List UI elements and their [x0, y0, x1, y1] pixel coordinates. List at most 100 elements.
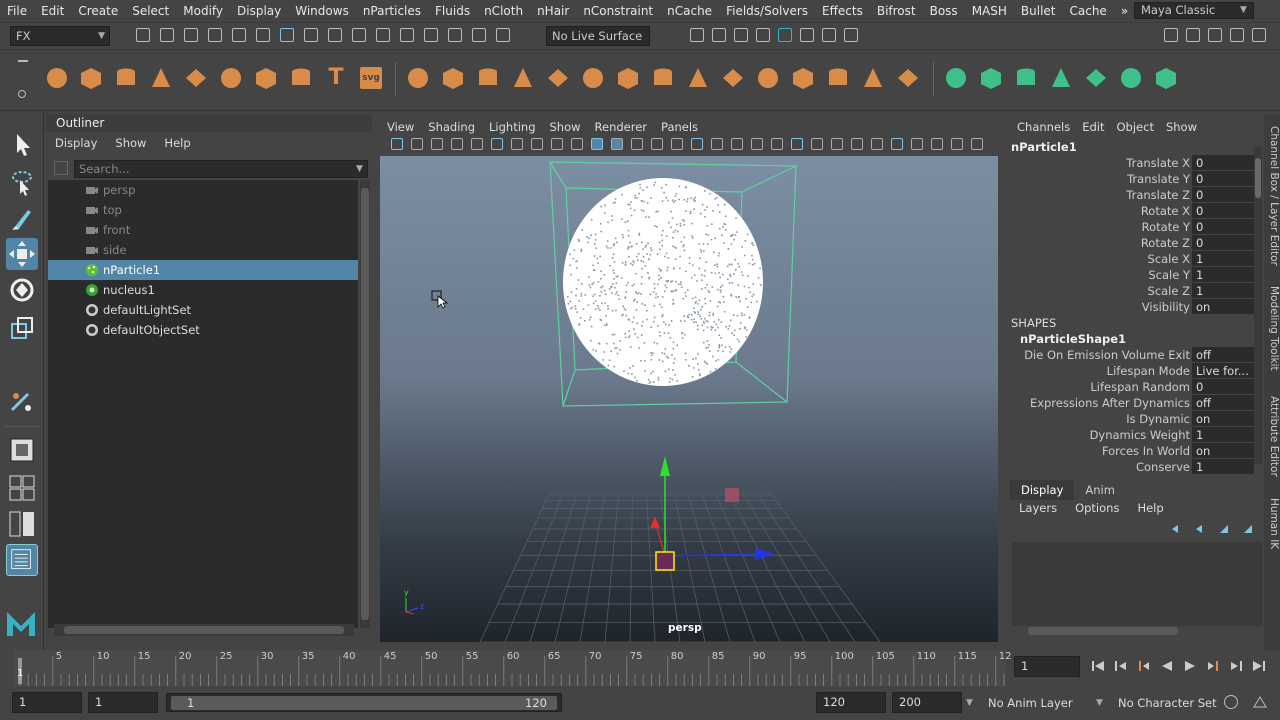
step-forward-key-icon[interactable]: [1228, 658, 1244, 674]
new-layer-selected-icon[interactable]: [1244, 525, 1252, 533]
shape-row-dynamics-weight[interactable]: Dynamics Weight 1: [1006, 427, 1256, 443]
viewport-tool-icon[interactable]: [771, 138, 783, 150]
paint-select-icon[interactable]: [6, 202, 38, 234]
viewport-menu-view[interactable]: View: [380, 120, 421, 134]
channel-row-translate-x[interactable]: Translate X0: [1006, 155, 1256, 171]
shape-row-lifespan-random[interactable]: Lifespan Random 0: [1006, 379, 1256, 395]
viewport-tool-icon[interactable]: [751, 138, 763, 150]
menu-modify[interactable]: Modify: [176, 4, 230, 18]
viewport-tool-icon[interactable]: [871, 138, 883, 150]
viewport-tool-icon[interactable]: [811, 138, 823, 150]
menu-mash[interactable]: MASH: [965, 4, 1014, 18]
extrude-icon[interactable]: [615, 65, 641, 91]
snap-live-icon[interactable]: [448, 28, 462, 42]
menuset-select[interactable]: FX ▼: [10, 26, 110, 46]
rotate-tool-icon[interactable]: [6, 274, 38, 306]
open-scene-icon[interactable]: [160, 28, 174, 42]
viewport-tool-icon[interactable]: [731, 138, 743, 150]
channel-value[interactable]: 1: [1192, 267, 1254, 282]
ipr-render-icon[interactable]: [734, 28, 748, 42]
live-surface-field[interactable]: No Live Surface: [546, 26, 650, 46]
light-editor-icon[interactable]: [844, 28, 858, 42]
menu-effects[interactable]: Effects: [815, 4, 870, 18]
channel-scrollbar[interactable]: [1254, 146, 1262, 464]
time-slider[interactable]: 5 10 15 20 25 30 35 40 45 50 55 60 65 70 75 80 85 90 95 100…: [0, 650, 1280, 690]
viewport-persp[interactable]: y z persp: [380, 156, 998, 642]
tab-channel-box[interactable]: Channel Box / Layer Editor: [1264, 126, 1280, 266]
viewport-tool-icon[interactable]: [391, 138, 403, 150]
viewport-tool-icon[interactable]: [651, 138, 663, 150]
play-forward-icon[interactable]: [1182, 658, 1198, 674]
viewport-tool-icon[interactable]: [531, 138, 543, 150]
viewport-tool-icon[interactable]: [431, 138, 443, 150]
workspace-select[interactable]: Maya Classic: [1134, 2, 1254, 19]
layer-move-up-icon[interactable]: [1172, 525, 1178, 533]
viewport-tool-icon[interactable]: [831, 138, 843, 150]
viewport-tool-icon[interactable]: [511, 138, 523, 150]
viewport-menu-shading[interactable]: Shading: [421, 120, 482, 134]
menu-edit[interactable]: Edit: [34, 4, 71, 18]
channel-value[interactable]: 1: [1192, 427, 1254, 442]
outliner-item-nucleus1[interactable]: nucleus1: [48, 280, 358, 300]
offset-loop-icon[interactable]: [825, 65, 851, 91]
select-component-icon[interactable]: [304, 28, 318, 42]
channel-row-scale-x[interactable]: Scale X1: [1006, 251, 1256, 267]
channel-value[interactable]: 1: [1192, 283, 1254, 298]
viewport-tool-icon[interactable]: [931, 138, 943, 150]
channel-row-rotate-x[interactable]: Rotate X0: [1006, 203, 1256, 219]
channel-value[interactable]: 1: [1192, 459, 1254, 474]
chevron-down-icon[interactable]: ▼: [966, 698, 973, 708]
menu-fluids[interactable]: Fluids: [428, 4, 477, 18]
menu-ncache[interactable]: nCache: [660, 4, 719, 18]
viewport-tool-icon[interactable]: [971, 138, 983, 150]
channel-value[interactable]: on: [1192, 299, 1254, 314]
snap-surface-icon[interactable]: [400, 28, 414, 42]
channel-value[interactable]: 0: [1192, 187, 1254, 202]
viewport-menu-lighting[interactable]: Lighting: [482, 120, 542, 134]
tab-attribute-editor[interactable]: Attribute Editor: [1264, 396, 1280, 477]
filter-icon[interactable]: [54, 161, 68, 175]
menu-boss[interactable]: Boss: [923, 4, 965, 18]
viewport-tool-icon[interactable]: [851, 138, 863, 150]
outliner-item-nparticle1[interactable]: nParticle1: [48, 260, 358, 280]
redo-icon[interactable]: [232, 28, 246, 42]
menu-file[interactable]: File: [0, 4, 34, 18]
channel-row-scale-z[interactable]: Scale Z1: [1006, 283, 1256, 299]
outliner-menu-display[interactable]: Display: [46, 136, 106, 150]
outliner-item-persp[interactable]: persp: [48, 180, 358, 200]
quadrangulate-icon[interactable]: [895, 65, 921, 91]
viewport-tool-icon[interactable]: [591, 138, 603, 150]
channel-row-translate-y[interactable]: Translate Y0: [1006, 171, 1256, 187]
nparticle-fill-icon[interactable]: [978, 65, 1004, 91]
menu-nparticles[interactable]: nParticles: [356, 4, 428, 18]
outliner-menu-help[interactable]: Help: [155, 136, 199, 150]
channel-row-scale-y[interactable]: Scale Y1: [1006, 267, 1256, 283]
viewport-tool-icon[interactable]: [571, 138, 583, 150]
chevron-down-icon[interactable]: ▼: [1240, 5, 1247, 15]
viewport-tool-icon[interactable]: [451, 138, 463, 150]
viewport-menu-panels[interactable]: Panels: [654, 120, 705, 134]
svg-icon[interactable]: svg: [358, 65, 384, 91]
outliner-item-front[interactable]: front: [48, 220, 358, 240]
magnet-icon[interactable]: [496, 28, 510, 42]
snap-curve-icon[interactable]: [352, 28, 366, 42]
channel-value[interactable]: on: [1192, 443, 1254, 458]
outliner-item-side[interactable]: side: [48, 240, 358, 260]
shape-row-forces-in-world[interactable]: Forces In World on: [1006, 443, 1256, 459]
tool-settings-icon[interactable]: [1208, 28, 1222, 42]
history-icon[interactable]: [472, 28, 486, 42]
go-to-end-icon[interactable]: [1251, 658, 1267, 674]
channel-value[interactable]: 0: [1192, 379, 1254, 394]
layer-menu-options[interactable]: Options: [1066, 501, 1128, 515]
channel-row-rotate-z[interactable]: Rotate Z0: [1006, 235, 1256, 251]
channel-value[interactable]: on: [1192, 411, 1254, 426]
cone-icon[interactable]: [148, 65, 174, 91]
viewport-tool-icon[interactable]: [711, 138, 723, 150]
layer-tab-display[interactable]: Display: [1010, 480, 1075, 500]
snap-point-icon[interactable]: [376, 28, 390, 42]
menu-bullet[interactable]: Bullet: [1014, 4, 1063, 18]
playback-end-field[interactable]: 120: [816, 692, 886, 713]
ncloth-icon[interactable]: [1118, 65, 1144, 91]
channel-menu-object[interactable]: Object: [1111, 120, 1160, 134]
menu-ncloth[interactable]: nCloth: [477, 4, 530, 18]
